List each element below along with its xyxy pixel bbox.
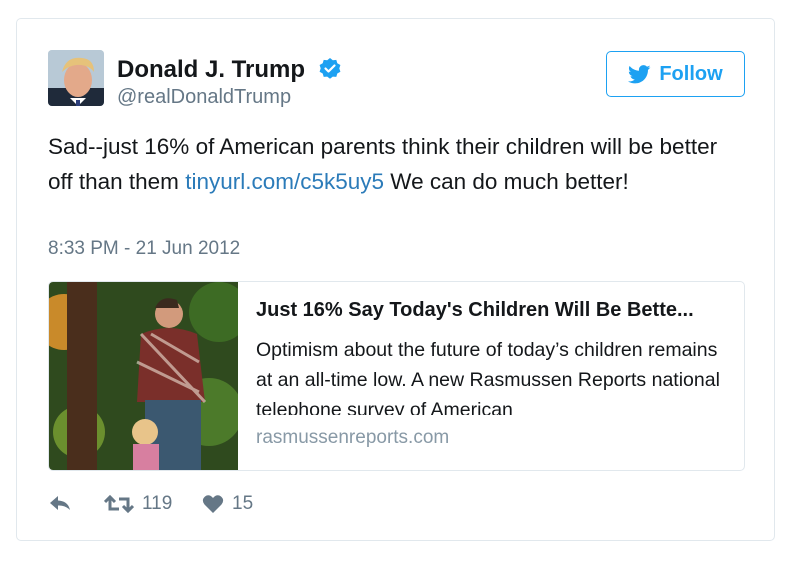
link-card-description: Optimism about the future of today’s chi… xyxy=(256,339,720,415)
link-preview-image xyxy=(49,282,238,470)
like-button[interactable]: 15 xyxy=(202,493,253,515)
tweet-card: Donald J. Trump @realDonaldTrump Follow … xyxy=(16,18,775,541)
tweet-text-after-link: We can do much better! xyxy=(384,169,629,194)
reply-icon xyxy=(50,496,70,510)
like-count: 15 xyxy=(232,493,254,514)
retweet-button[interactable]: 119 xyxy=(104,493,172,515)
tweet-link[interactable]: tinyurl.com/c5k5uy5 xyxy=(185,169,384,194)
link-preview-card[interactable]: Just 16% Say Today's Children Will Be Be… xyxy=(48,281,745,471)
retweet-icon xyxy=(104,494,134,514)
user-handle[interactable]: @realDonaldTrump xyxy=(117,86,291,109)
avatar[interactable] xyxy=(48,50,104,106)
link-card-title: Just 16% Say Today's Children Will Be Be… xyxy=(256,299,694,321)
tweet-timestamp[interactable]: 8:33 PM - 21 Jun 2012 xyxy=(48,238,240,260)
link-card-domain: rasmussenreports.com xyxy=(256,427,450,448)
avatar-image xyxy=(48,50,104,106)
verified-badge-icon xyxy=(319,58,341,79)
heart-icon xyxy=(202,495,224,513)
tweet-text: Sad--just 16% of American parents think … xyxy=(48,129,728,199)
reply-button[interactable] xyxy=(48,493,72,513)
twitter-bird-icon xyxy=(628,64,651,83)
follow-button[interactable]: Follow xyxy=(606,51,745,97)
retweet-count: 119 xyxy=(142,493,173,514)
display-name[interactable]: Donald J. Trump xyxy=(117,56,305,84)
follow-button-label: Follow xyxy=(659,62,723,85)
